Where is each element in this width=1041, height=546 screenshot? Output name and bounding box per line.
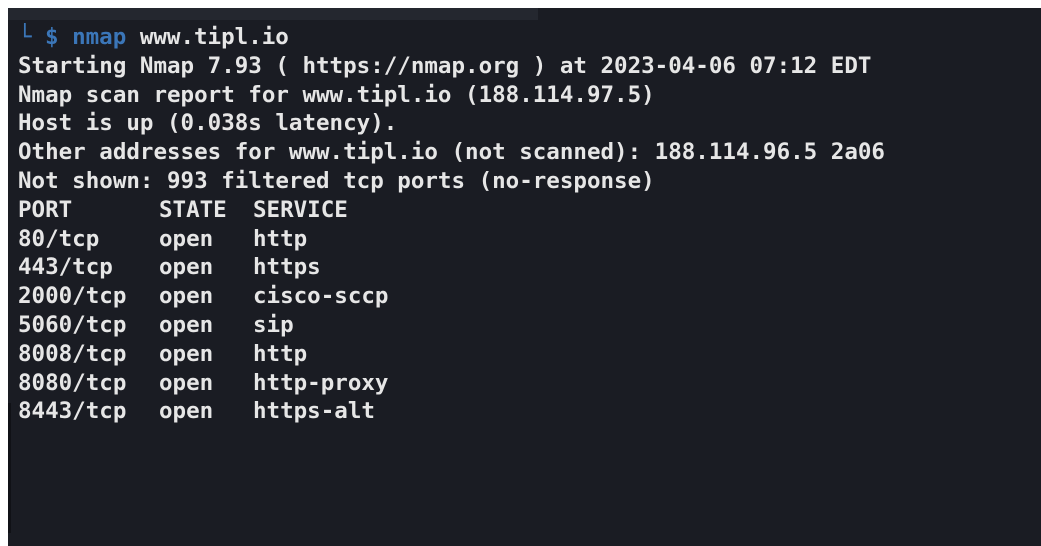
terminal-output: └ $ nmap www.tipl.io Starting Nmap 7.93 (…: [18, 23, 1041, 426]
port-state: open: [159, 398, 214, 425]
output-line: Nmap scan report for www.tipl.io (188.11…: [18, 81, 655, 108]
port-row: 5060/tcp open sip: [18, 311, 1041, 340]
command-argument: www.tipl.io: [139, 24, 289, 50]
header-state: STATE: [159, 196, 227, 223]
port-number: 80/tcp: [18, 225, 100, 252]
ports-table-header: PORT STATE SERVICE: [18, 196, 1041, 225]
output-line: Not shown: 993 filtered tcp ports (no-re…: [18, 167, 655, 194]
port-service: cisco-sccp: [253, 283, 389, 310]
port-row: 443/tcp open https: [18, 253, 1041, 282]
port-service: http: [253, 225, 308, 252]
header-service: SERVICE: [253, 196, 348, 223]
port-state: open: [159, 369, 214, 396]
terminal-top-strip: [8, 8, 538, 20]
command-name: nmap: [72, 24, 127, 50]
port-service: https: [253, 254, 321, 281]
port-number: 2000/tcp: [18, 283, 127, 310]
port-number: 8443/tcp: [18, 398, 127, 425]
port-state: open: [159, 283, 214, 310]
prompt-corner: └: [18, 24, 32, 50]
port-state: open: [159, 311, 214, 338]
prompt-symbol: $: [45, 24, 59, 50]
port-row: 8080/tcp open http-proxy: [18, 369, 1041, 398]
port-number: 8080/tcp: [18, 369, 127, 396]
header-port: PORT: [18, 196, 73, 223]
port-service: https-alt: [253, 398, 375, 425]
port-number: 8008/tcp: [18, 340, 127, 367]
port-state: open: [159, 254, 214, 281]
port-state: open: [159, 340, 214, 367]
port-state: open: [159, 225, 214, 252]
port-number: 5060/tcp: [18, 311, 127, 338]
port-row: 80/tcp open http: [18, 225, 1041, 254]
port-number: 443/tcp: [18, 254, 113, 281]
terminal-window[interactable]: └ $ nmap www.tipl.io Starting Nmap 7.93 (…: [8, 8, 1041, 546]
output-line: Other addresses for www.tipl.io (not sca…: [18, 139, 885, 166]
prompt-line: └ $ nmap www.tipl.io: [18, 23, 1041, 52]
port-service: http: [253, 340, 308, 367]
output-line: Starting Nmap 7.93 ( https://nmap.org ) …: [18, 52, 872, 79]
port-row: 2000/tcp open cisco-sccp: [18, 282, 1041, 311]
port-service: http-proxy: [253, 369, 389, 396]
port-row: 8443/tcp open https-alt: [18, 397, 1041, 426]
port-row: 8008/tcp open http: [18, 340, 1041, 369]
terminal-left-edge: [8, 403, 11, 533]
port-service: sip: [253, 311, 294, 338]
output-line: Host is up (0.038s latency).: [18, 110, 398, 137]
